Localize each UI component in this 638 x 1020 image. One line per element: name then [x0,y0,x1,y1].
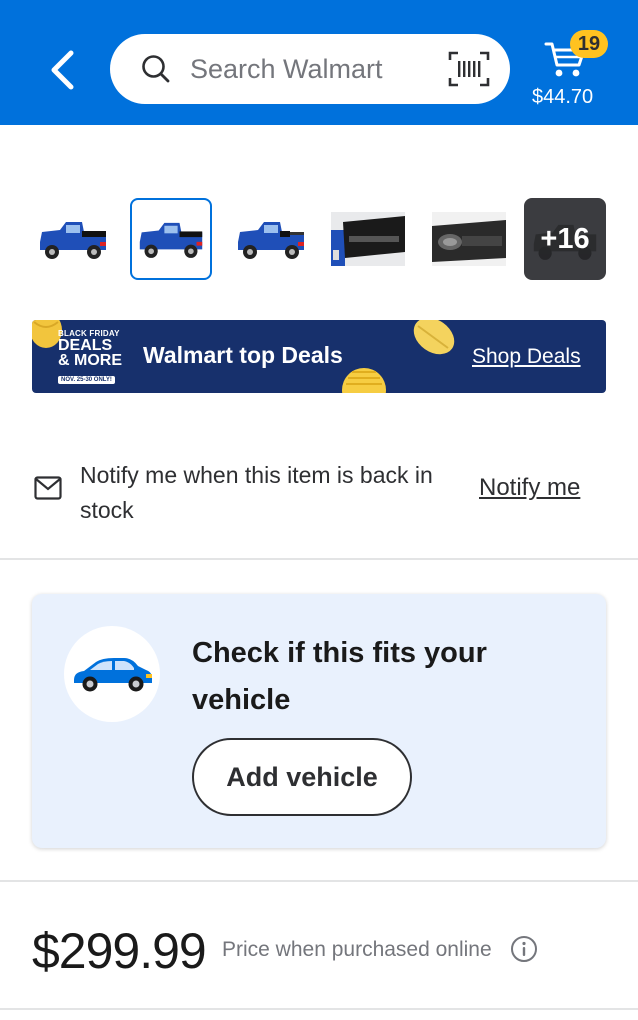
barcode-scanner-icon[interactable] [446,49,492,89]
notify-text: Notify me when this item is back in stoc… [80,462,433,523]
thumbnail-4[interactable] [327,198,409,280]
more-images-count: +16 [540,222,590,255]
badge-dates: NOV. 25-30 ONLY! [58,376,115,384]
vehicle-fit-title: Check if this fits your vehicle [192,637,487,716]
cart-count-badge: 19 [570,30,608,58]
back-button[interactable] [40,46,84,94]
cart-total: $44.70 [532,86,594,108]
thumbnail-5[interactable] [428,198,510,280]
add-vehicle-button[interactable]: Add vehicle [192,738,412,816]
car-icon-circle [64,626,160,722]
thumbnail-3[interactable] [230,198,312,280]
badge-line2: DEALS [58,337,113,354]
car-icon [74,658,152,692]
thumbnail-1[interactable] [32,198,114,280]
divider [0,880,638,882]
divider [0,1008,638,1010]
more-images-button[interactable]: +16 [524,198,606,280]
truck-image [139,222,203,258]
rolled-cover-image [432,212,506,266]
header-bar: Search Walmart 19 $44.70 [0,0,638,125]
search-icon [140,53,172,85]
price-note: Price when purchased online [222,938,492,961]
rail-detail-image [331,212,405,266]
search-placeholder: Search Walmart [190,53,383,84]
info-icon[interactable] [510,935,538,963]
mail-icon [34,476,62,500]
back-chevron-icon [51,50,74,90]
cart-button[interactable]: 19 $44.70 [526,26,626,116]
truck-image [238,222,304,259]
search-input[interactable]: Search Walmart [110,34,510,104]
vehicle-fitment-card: Check if this fits your vehicle Add vehi… [32,594,606,848]
truck-image [40,222,106,259]
black-friday-banner[interactable]: BLACK FRIDAY DEALS & MORE NOV. 25-30 ONL… [32,320,606,393]
product-price: $299.99 [32,923,207,979]
shop-deals-link[interactable]: Shop Deals [472,345,581,369]
ornament-decoration [413,320,455,355]
thumbnail-2[interactable] [130,198,212,280]
ornament-decoration [342,368,386,393]
notify-me-link[interactable]: Notify me [479,474,580,502]
black-friday-badge: BLACK FRIDAY DEALS & MORE NOV. 25-30 ONL… [58,329,154,385]
image-gallery-thumbnails: +16 [32,198,608,282]
notify-back-in-stock-row: Notify me when this item is back in stoc… [0,440,638,560]
banner-title: Walmart top Deals [143,342,343,368]
badge-line3: & MORE [58,352,122,369]
